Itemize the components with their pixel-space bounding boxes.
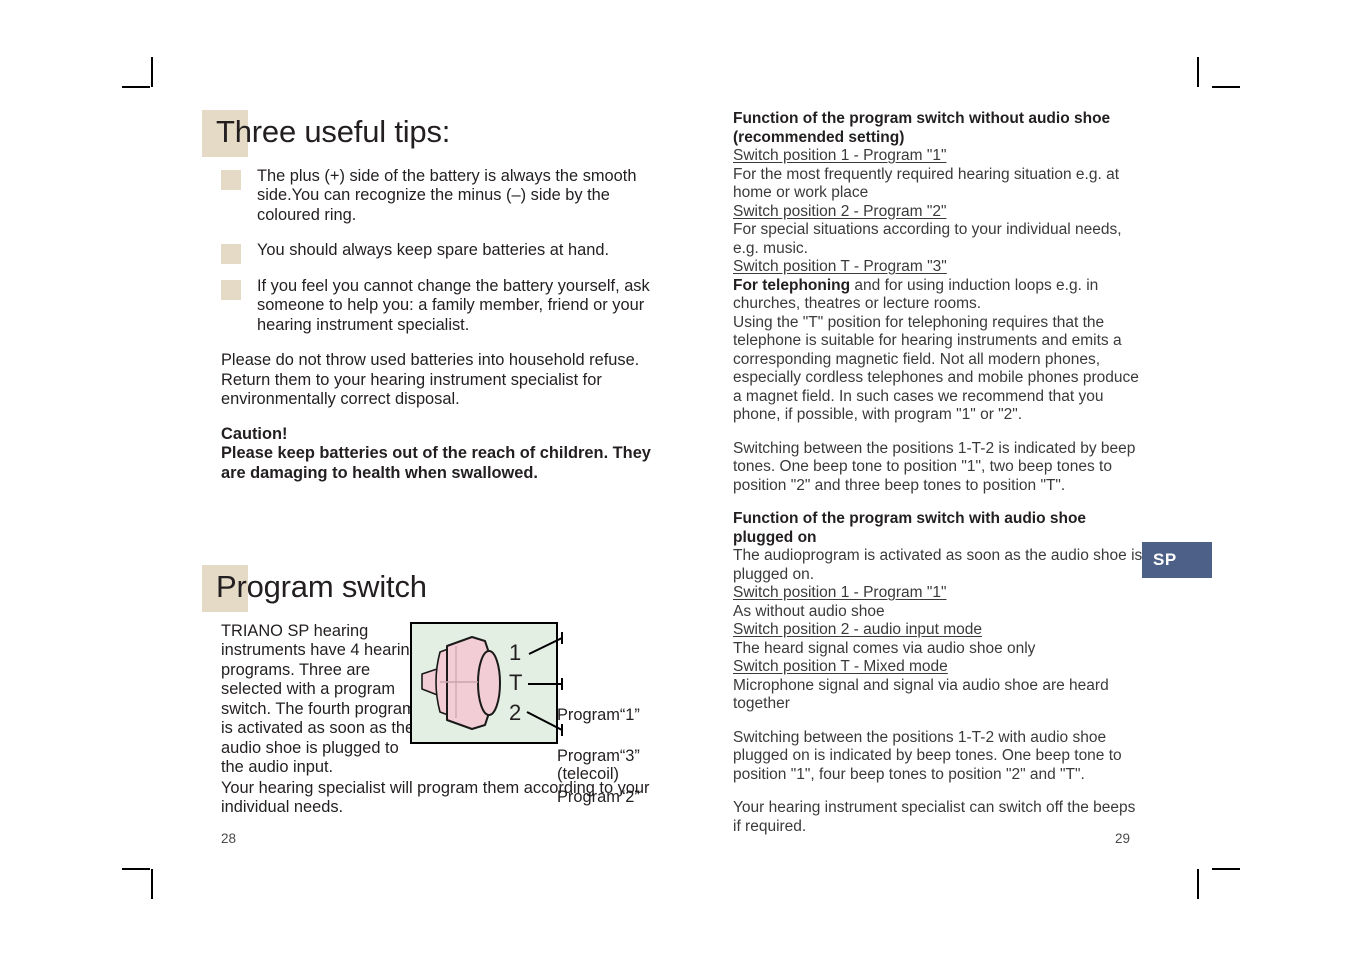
- section1-item1-text: For the most frequently required hearing…: [733, 165, 1119, 202]
- program-switch-diagram: 1 T 2: [410, 621, 563, 744]
- crop-mark-bottom-right-vertical: [1197, 869, 1199, 899]
- list-item: The plus (+) side of the battery is alwa…: [202, 167, 654, 226]
- telephoning-requirements-paragraph: Using the "T" position for telephoning r…: [733, 313, 1139, 424]
- caution-title: Caution!: [221, 424, 288, 443]
- battery-disposal-paragraph: Please do not throw used batteries into …: [221, 351, 640, 409]
- sp-section-tab[interactable]: SP: [1142, 542, 1212, 578]
- section2-heading-line2: plugged on: [733, 528, 817, 546]
- leader-lines: [526, 631, 563, 736]
- section1-heading-line1: Function of the program switch without a…: [733, 110, 1111, 127]
- page-number-left: 28: [221, 831, 237, 846]
- crop-mark-top-right-vertical: [1197, 57, 1199, 87]
- tips-list: The plus (+) side of the battery is alwa…: [202, 167, 654, 336]
- section1-item2-label: Switch position 2 - Program "2": [733, 202, 947, 220]
- left-page-column: Three useful tips: The plus (+) side of …: [202, 110, 654, 837]
- section2-heading-line1: Function of the program switch with audi…: [733, 510, 1087, 527]
- crop-mark-bottom-left-vertical: [151, 869, 153, 899]
- section2-item2-text: The heard signal comes via audio shoe on…: [733, 639, 1036, 657]
- section1-item2-text: For special situations according to your…: [733, 221, 1122, 257]
- right-page-column: Function of the program switch without a…: [733, 110, 1145, 836]
- program-switch-figure-section: TRIANO SP hearing instruments have 4 hea…: [202, 621, 654, 837]
- bullet-square-icon: [221, 244, 241, 265]
- section2-item2-label: Switch position 2 - audio input mode: [733, 621, 983, 638]
- list-item: If you feel you cannot change the batter…: [202, 277, 654, 336]
- bullet-square-icon: [221, 169, 241, 190]
- section1-item3-text: For telephoning and for using induction …: [733, 277, 1145, 314]
- section2-beep-paragraph: Switching between the positions 1-T-2 wi…: [733, 728, 1122, 783]
- section1-item3-label: Switch position T - Program "3": [733, 258, 947, 275]
- page-title-three-useful-tips: Three useful tips:: [202, 110, 654, 157]
- figure-label-program-3-line1: Program“3”: [557, 746, 640, 765]
- program-switch-description: TRIANO SP hearing instruments have 4 hea…: [221, 621, 419, 777]
- bullet-square-icon: [221, 279, 241, 300]
- document-page: Three useful tips: The plus (+) side of …: [0, 0, 1351, 954]
- tip-text: The plus (+) side of the battery is alwa…: [257, 166, 637, 224]
- section2-item1-label: Switch position 1 - Program "1": [733, 584, 947, 601]
- tip-text: You should always keep spare batteries a…: [257, 241, 610, 260]
- crop-mark-top-left-vertical: [151, 57, 153, 87]
- section2-item3-text: Microphone signal and signal via audio s…: [733, 676, 1109, 713]
- page-number-right: 29: [1115, 831, 1131, 846]
- section2-intro: The audioprogram is activated as soon as…: [733, 547, 1143, 583]
- section1-beep-paragraph: Switching between the positions 1-T-2 is…: [733, 439, 1136, 494]
- crop-mark-bottom-right-horizontal: [1212, 868, 1240, 870]
- figure-label-program-3-line2: (telecoil): [557, 764, 619, 783]
- crop-mark-bottom-left-horizontal: [122, 868, 150, 870]
- sp-section-tab-label: SP: [1153, 550, 1177, 569]
- figure-label-program-1: Program“1”: [557, 705, 640, 724]
- list-item: You should always keep spare batteries a…: [202, 241, 654, 265]
- crop-mark-top-right-horizontal: [1212, 86, 1240, 88]
- section1-heading-line2: (recommended setting): [733, 128, 905, 146]
- figure-label-program-3: Program“3” (telecoil): [557, 747, 640, 783]
- caution-body: Please keep batteries out of the reach o…: [221, 444, 651, 482]
- for-telephoning-emphasis: For telephoning: [733, 276, 851, 294]
- section2-item1-text: As without audio shoe: [733, 602, 885, 620]
- tip-text: If you feel you cannot change the batter…: [257, 276, 650, 334]
- section1-item1-label: Switch position 1 - Program "1": [733, 147, 947, 164]
- crop-mark-top-left-horizontal: [122, 86, 150, 88]
- section2-closing-paragraph: Your hearing instrument specialist can s…: [733, 799, 1136, 835]
- section2-item3-label: Switch position T - Mixed mode: [733, 658, 948, 675]
- figure-label-program-2: Program“2”: [557, 787, 640, 806]
